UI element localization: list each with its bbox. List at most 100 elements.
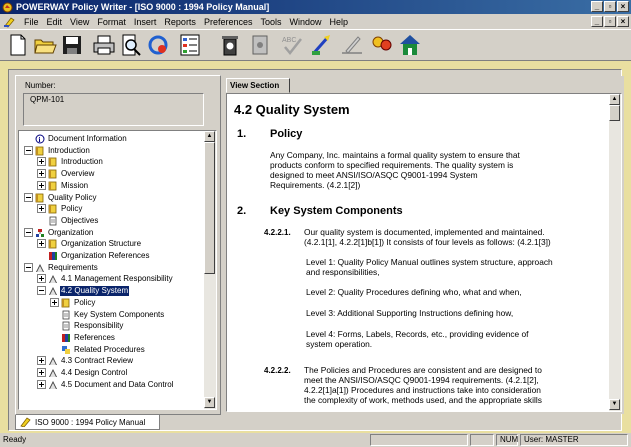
menu-tools[interactable]: Tools	[256, 17, 285, 27]
save-disk-icon[interactable]	[60, 33, 84, 57]
menu-bar: File Edit View Format Insert Reports Preferenc…	[0, 14, 631, 29]
status-panel	[370, 434, 468, 446]
home-icon[interactable]	[398, 33, 422, 57]
collapse-icon[interactable]	[24, 227, 33, 237]
paragraph-number: 4.2.2.2.	[264, 366, 291, 375]
section-number: 1.	[237, 128, 247, 140]
sign-icon[interactable]	[340, 33, 364, 57]
tree-item-label: Organization	[48, 227, 94, 237]
collapse-icon[interactable]	[37, 286, 46, 296]
tree-item-label: Key System Components	[74, 309, 165, 319]
menu-file[interactable]: File	[20, 17, 43, 27]
users-icon[interactable]	[370, 33, 394, 57]
refs-node-icon	[49, 252, 57, 260]
menu-reports[interactable]: Reports	[160, 17, 200, 27]
scroll-down-button[interactable]: ▼	[609, 399, 620, 410]
section-heading: 4.2 Quality System	[234, 102, 350, 117]
tab-view-section[interactable]: View Section	[226, 78, 290, 93]
print-icon[interactable]	[92, 33, 116, 57]
new-document-icon[interactable]	[6, 33, 30, 57]
svg-text:ABC: ABC	[282, 37, 296, 44]
expand-icon[interactable]	[50, 297, 59, 307]
print-preview-icon[interactable]	[119, 33, 143, 57]
org-node-icon	[36, 228, 44, 237]
level-item: Level 3: Additional Supporting Instructi…	[306, 308, 514, 318]
document-view[interactable]: 4.2 Quality System 1. Policy Any Company…	[226, 93, 622, 412]
expand-icon[interactable]	[37, 356, 46, 366]
tree-item-label: Requirements	[48, 262, 98, 272]
menu-view[interactable]: View	[66, 17, 93, 27]
tree-scrollbar[interactable]: ▲ ▼	[204, 131, 216, 409]
page-node-icon	[49, 216, 57, 226]
tree-item-label: Policy	[74, 297, 96, 307]
tree-item-label: Introduction	[61, 157, 103, 167]
expand-icon[interactable]	[37, 180, 46, 190]
title-bar[interactable]: POWERWAY Policy Writer - [ISO 9000 : 199…	[0, 0, 631, 14]
collapse-icon[interactable]	[24, 145, 33, 155]
tree-item-label: Quality Policy	[48, 192, 97, 202]
menu-help[interactable]: Help	[326, 17, 353, 27]
restore-button[interactable]: ▫	[604, 1, 616, 12]
scroll-thumb[interactable]	[204, 142, 215, 274]
trash-icon[interactable]	[218, 33, 242, 57]
page-node-icon	[62, 321, 70, 331]
section-number: 2.	[237, 205, 247, 217]
req-node-icon	[49, 287, 57, 296]
book-node-icon	[48, 169, 57, 179]
document-icon[interactable]	[248, 33, 272, 57]
expand-icon[interactable]	[37, 157, 46, 167]
book-node-icon	[35, 193, 44, 202]
user-indicator: User: MASTER	[520, 434, 628, 446]
minimize-button[interactable]: _	[591, 1, 603, 12]
close-button[interactable]: ×	[617, 1, 629, 12]
tree-item-label: Document Information	[48, 134, 127, 143]
mdi-restore-button[interactable]: ▫	[604, 16, 616, 27]
collapse-icon[interactable]	[24, 192, 33, 202]
open-folder-icon[interactable]	[33, 33, 57, 57]
paragraph-text: The Policies and Procedures are consiste…	[304, 365, 542, 405]
expand-icon[interactable]	[37, 239, 46, 249]
scroll-up-button[interactable]: ▲	[609, 94, 620, 105]
section-title: Policy	[270, 128, 303, 140]
expand-icon[interactable]	[37, 274, 46, 284]
proc-node-icon	[62, 345, 70, 354]
document-scrollbar[interactable]: ▲ ▼	[609, 94, 621, 411]
expand-icon[interactable]	[37, 368, 46, 377]
menu-insert[interactable]: Insert	[130, 17, 161, 27]
tree-item-label: Organization Structure	[61, 239, 142, 249]
tree-item-label: Objectives	[61, 215, 99, 225]
outline-tree[interactable]: i Document Information Introduction Introdu…	[18, 130, 217, 410]
expand-icon[interactable]	[37, 169, 46, 179]
tree-item-label: 4.5 Document and Data Control	[61, 379, 174, 389]
outline-list-icon[interactable]	[178, 33, 202, 57]
app-icon	[2, 2, 13, 12]
collapse-icon[interactable]	[24, 262, 33, 272]
document-window-icon[interactable]	[3, 16, 17, 28]
tree-item-label: 4.1 Management Responsibility	[61, 274, 173, 284]
expand-icon[interactable]	[37, 204, 46, 214]
spellcheck-icon[interactable]: ABC	[280, 33, 304, 57]
mdi-minimize-button[interactable]: _	[591, 16, 603, 27]
req-node-icon	[49, 357, 57, 366]
menu-preferences[interactable]: Preferences	[200, 17, 257, 27]
document-tab[interactable]: ISO 9000 : 1994 Policy Manual	[15, 415, 160, 430]
tree-item-label: Introduction	[48, 145, 90, 155]
scroll-thumb[interactable]	[609, 105, 620, 121]
req-node-icon	[49, 275, 57, 284]
mdi-close-button[interactable]: ×	[617, 16, 629, 27]
level-item: Level 1: Quality Policy Manual outlines …	[306, 257, 553, 277]
menu-format[interactable]: Format	[93, 17, 130, 27]
book-node-icon	[48, 204, 57, 214]
req-node-icon	[36, 263, 44, 272]
menu-window[interactable]: Window	[285, 17, 325, 27]
expand-icon[interactable]	[37, 379, 46, 389]
svg-text:i: i	[39, 136, 41, 144]
scroll-down-button[interactable]: ▼	[204, 397, 215, 408]
number-field[interactable]: QPM-101	[23, 93, 204, 126]
book-node-icon	[48, 239, 57, 249]
scroll-up-button[interactable]: ▲	[204, 131, 215, 142]
toolbar: ABC	[0, 29, 631, 61]
refresh-icon[interactable]	[146, 33, 170, 57]
menu-edit[interactable]: Edit	[43, 17, 67, 27]
wizard-icon[interactable]	[310, 33, 334, 57]
